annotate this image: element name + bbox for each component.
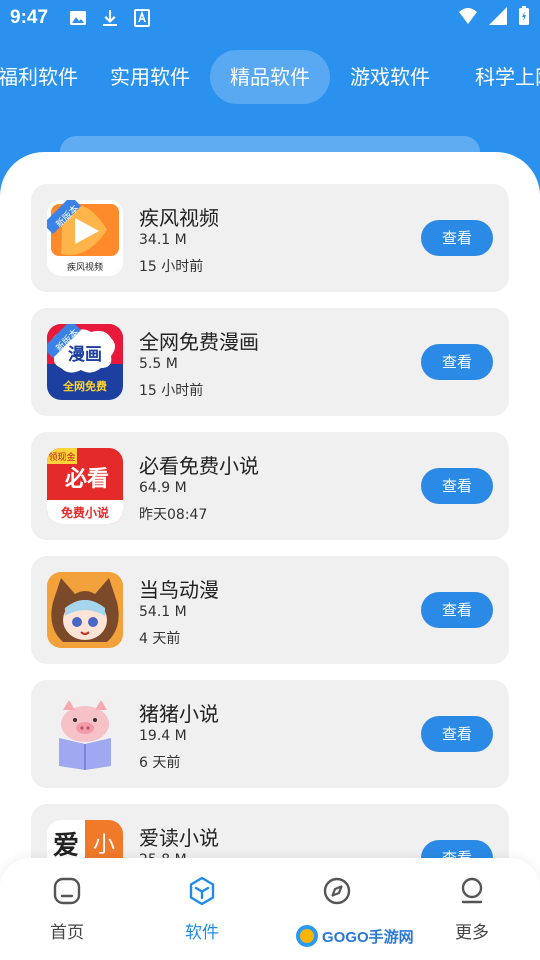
app-name: 当鸟动漫 [139, 578, 219, 602]
icon-badge: 领现金 [48, 451, 75, 463]
tab-welfare[interactable]: 福利软件 [0, 50, 88, 104]
battery-icon [519, 6, 529, 25]
icon-caption: 全网免费 [62, 379, 107, 393]
cube-icon [189, 876, 215, 906]
view-button[interactable]: 查看 [421, 592, 493, 628]
app-update-time: 15 小时前 [139, 259, 204, 275]
icon-title: 必看 [65, 466, 109, 492]
app-size: 64.9 M [139, 480, 187, 496]
view-button[interactable]: 查看 [421, 220, 493, 256]
tab-vpn[interactable]: 科学上网 [460, 50, 540, 104]
view-button[interactable]: 查看 [421, 468, 493, 504]
app-card[interactable]: 漫画 全网免费 新版本 全网免费漫画 5.5 M 15 小时前 查看 [31, 308, 509, 416]
app-name: 疾风视频 [139, 206, 219, 230]
icon-caption: 疾风视频 [67, 261, 103, 273]
status-time: 9:47 [10, 7, 49, 28]
user-icon [461, 877, 483, 904]
app-update-time: 6 天前 [139, 755, 181, 771]
bottom-nav: 首页 软件 发现 更多 [0, 858, 540, 960]
icon-caption: 免费小说 [61, 505, 109, 520]
app-name: 全网免费漫画 [139, 330, 259, 354]
app-size: 54.1 M [139, 604, 187, 620]
app-update-time: 15 小时前 [139, 383, 204, 399]
watermark-logo: GOGO手游网 [296, 922, 414, 950]
manhua-icon: 漫画 全网免费 新版本 [47, 324, 123, 400]
app-name: 必看免费小说 [139, 454, 259, 478]
nav-label: 首页 [50, 923, 84, 943]
app-update-time: 昨天08:47 [139, 507, 208, 523]
home-icon [53, 877, 81, 905]
nav-home[interactable]: 首页 [27, 876, 107, 952]
view-button[interactable]: 查看 [421, 716, 493, 752]
dangniao-anime-icon [47, 572, 123, 648]
app-size: 5.5 M [139, 356, 178, 372]
nav-label: 软件 [185, 923, 219, 943]
app-size: 34.1 M [139, 232, 187, 248]
image-icon [70, 11, 86, 25]
nav-label: 更多 [455, 923, 489, 943]
app-update-time: 4 天前 [139, 631, 181, 647]
view-button[interactable]: 查看 [421, 344, 493, 380]
signal-icon [489, 7, 507, 25]
zhuzhu-novel-icon [47, 696, 123, 772]
wifi-icon [459, 8, 477, 24]
status-bar: 9:47 [0, 0, 540, 36]
jifeng-video-icon: 新版本 疾风视频 [47, 200, 123, 276]
compass-icon [323, 877, 351, 905]
nav-more[interactable]: 更多 [432, 876, 512, 952]
tab-games[interactable]: 游戏软件 [340, 50, 440, 104]
download-icon [103, 10, 117, 26]
app-card[interactable]: 当鸟动漫 54.1 M 4 天前 查看 [31, 556, 509, 664]
watermark-icon [296, 925, 318, 947]
app-card[interactable]: 新版本 疾风视频 疾风视频 34.1 M 15 小时前 查看 [31, 184, 509, 292]
nav-software[interactable]: 软件 [162, 876, 242, 952]
bikan-novel-icon: 必看 免费小说 领现金 [47, 448, 123, 524]
app-name: 猪猪小说 [139, 702, 219, 726]
app-name: 爱读小说 [139, 826, 219, 850]
app-card[interactable]: 猪猪小说 19.4 M 6 天前 查看 [31, 680, 509, 788]
tab-utility[interactable]: 实用软件 [100, 50, 200, 104]
icon-caption: 小 [93, 833, 115, 858]
app-size: 19.4 M [139, 728, 187, 744]
category-tabs: 福利软件 实用软件 精品软件 游戏软件 科学上网 [0, 50, 540, 106]
icon-title: 漫画 [68, 344, 102, 365]
app-card[interactable]: 必看 免费小说 领现金 必看免费小说 64.9 M 昨天08:47 查看 [31, 432, 509, 540]
tab-premium[interactable]: 精品软件 [210, 50, 330, 104]
font-icon [134, 9, 150, 27]
watermark-text: GOGO手游网 [322, 928, 414, 946]
icon-title: 爱 [53, 831, 79, 861]
